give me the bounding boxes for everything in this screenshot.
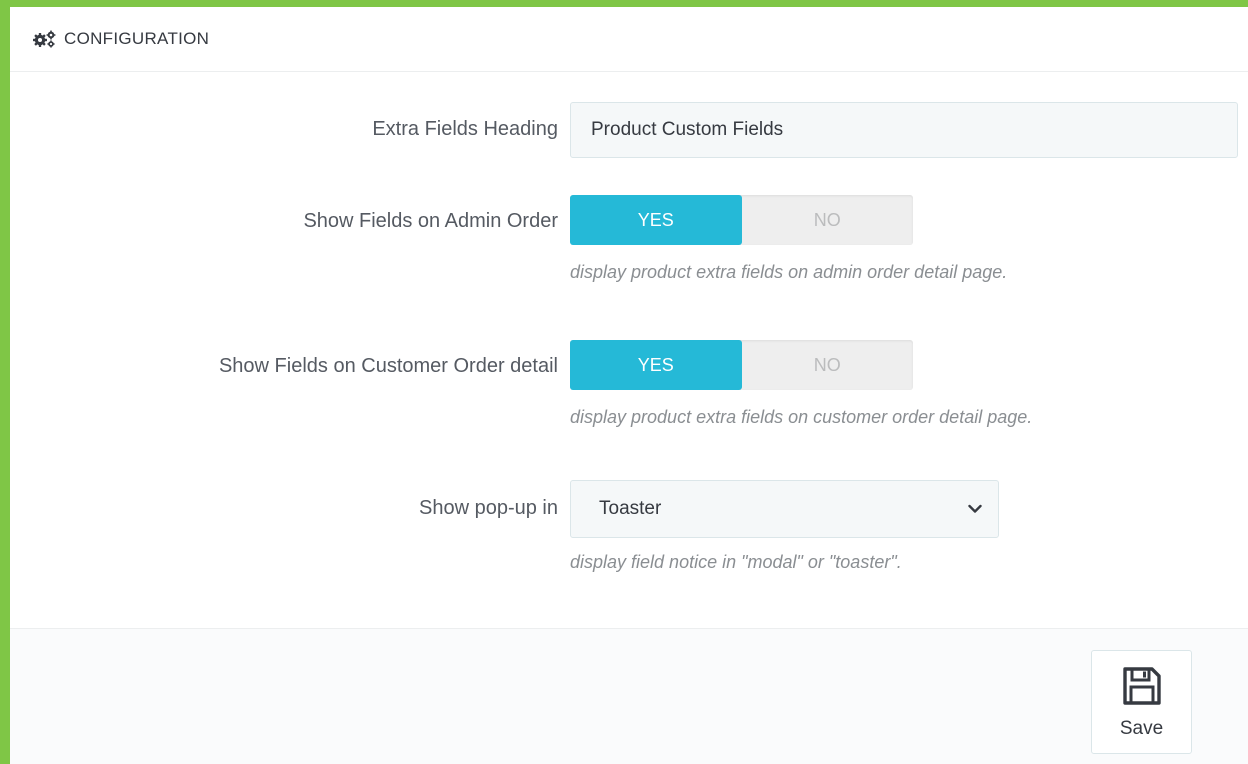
popup-label: Show pop-up in bbox=[419, 497, 558, 519]
admin-order-yes-option[interactable]: YES bbox=[570, 195, 742, 245]
save-label: Save bbox=[1119, 717, 1164, 739]
popup-select[interactable]: Toaster bbox=[570, 480, 999, 538]
cogs-icon bbox=[32, 30, 58, 48]
customer-order-no-option[interactable]: NO bbox=[742, 340, 914, 390]
floppy-disk-icon bbox=[1121, 665, 1163, 712]
admin-order-help-text: display product extra fields on admin or… bbox=[570, 262, 1008, 282]
admin-order-no-option[interactable]: NO bbox=[742, 195, 914, 245]
customer-order-help-text: display product extra fields on customer… bbox=[570, 407, 1033, 427]
customer-order-row: Show Fields on Customer Order detail YES… bbox=[10, 340, 1248, 440]
popup-selected-value: Toaster bbox=[599, 498, 662, 519]
panel-heading: CONFIGURATION bbox=[10, 7, 1248, 72]
chevron-down-icon bbox=[968, 498, 982, 520]
extra-fields-heading-row: Extra Fields Heading bbox=[10, 100, 1248, 160]
panel-title: CONFIGURATION bbox=[64, 29, 210, 48]
admin-order-switch[interactable]: YES NO bbox=[570, 195, 913, 245]
admin-order-row: Show Fields on Admin Order YES NO displa… bbox=[10, 195, 1248, 295]
admin-order-label: Show Fields on Admin Order bbox=[303, 210, 558, 232]
customer-order-label: Show Fields on Customer Order detail bbox=[218, 355, 558, 377]
popup-row: Show pop-up in Toaster display field not… bbox=[10, 480, 1248, 590]
panel-footer: Save bbox=[10, 628, 1248, 764]
popup-help-text: display field notice in "modal" or "toas… bbox=[570, 552, 902, 572]
customer-order-yes-option[interactable]: YES bbox=[570, 340, 742, 390]
save-button[interactable]: Save bbox=[1091, 650, 1192, 754]
customer-order-switch[interactable]: YES NO bbox=[570, 340, 913, 390]
extra-fields-heading-input[interactable] bbox=[570, 102, 1238, 158]
extra-fields-heading-label: Extra Fields Heading bbox=[372, 118, 558, 140]
